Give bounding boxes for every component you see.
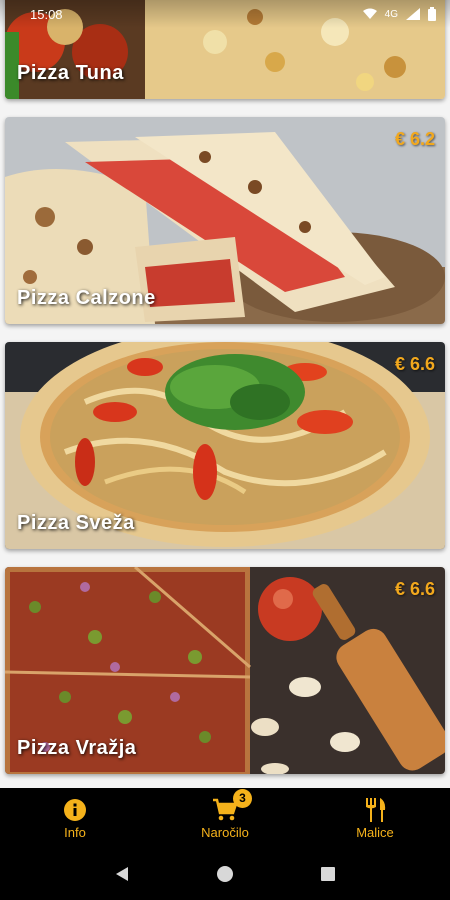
nav-info-label: Info	[64, 824, 86, 840]
status-bar: 15:08 4G	[0, 0, 450, 28]
pizza-card-vrazja[interactable]: € 6.6 Pizza Vražja	[5, 567, 445, 774]
pizza-price: € 6.6	[394, 354, 435, 374]
nav-item-info[interactable]: Info	[15, 797, 135, 840]
battery-icon	[428, 7, 436, 21]
pizza-price: € 6.2	[394, 129, 435, 149]
status-icons: 4G	[362, 7, 436, 21]
nav-item-menu[interactable]: Malice	[315, 797, 435, 840]
pizza-card-sveza[interactable]: € 6.6 Pizza Sveža	[5, 342, 445, 549]
app-screen: 15:08 4G Pizza Tuna € 6.2 Pizza Calzone …	[0, 0, 450, 900]
back-button[interactable]	[107, 859, 137, 889]
pizza-name: Pizza Vražja	[17, 737, 137, 759]
pizza-name: Pizza Tuna	[17, 62, 124, 84]
pizza-name: Pizza Sveža	[17, 512, 135, 534]
wifi-icon	[362, 8, 377, 19]
system-navigation-bar	[0, 848, 450, 900]
home-button[interactable]	[210, 859, 240, 889]
network-label: 4G	[384, 8, 398, 20]
back-triangle-icon	[115, 867, 128, 881]
nav-menu-label: Malice	[356, 824, 394, 840]
signal-icon	[406, 8, 420, 20]
pizza-card-calzone[interactable]: € 6.2 Pizza Calzone	[5, 117, 445, 324]
recents-button[interactable]	[313, 859, 343, 889]
pizza-price: € 6.6	[394, 579, 435, 599]
recents-square-icon	[321, 867, 336, 881]
bottom-navigation: Info 3 Naročilo Malice	[0, 788, 450, 848]
pizza-name: Pizza Calzone	[17, 287, 156, 309]
info-icon	[62, 797, 88, 823]
fork-knife-icon	[362, 797, 388, 823]
home-circle-icon	[216, 866, 233, 882]
nav-order-label: Naročilo	[201, 824, 249, 840]
cart-count-badge: 3	[233, 788, 252, 808]
nav-item-order[interactable]: 3 Naročilo	[165, 788, 285, 840]
status-time: 15:08	[30, 6, 63, 22]
